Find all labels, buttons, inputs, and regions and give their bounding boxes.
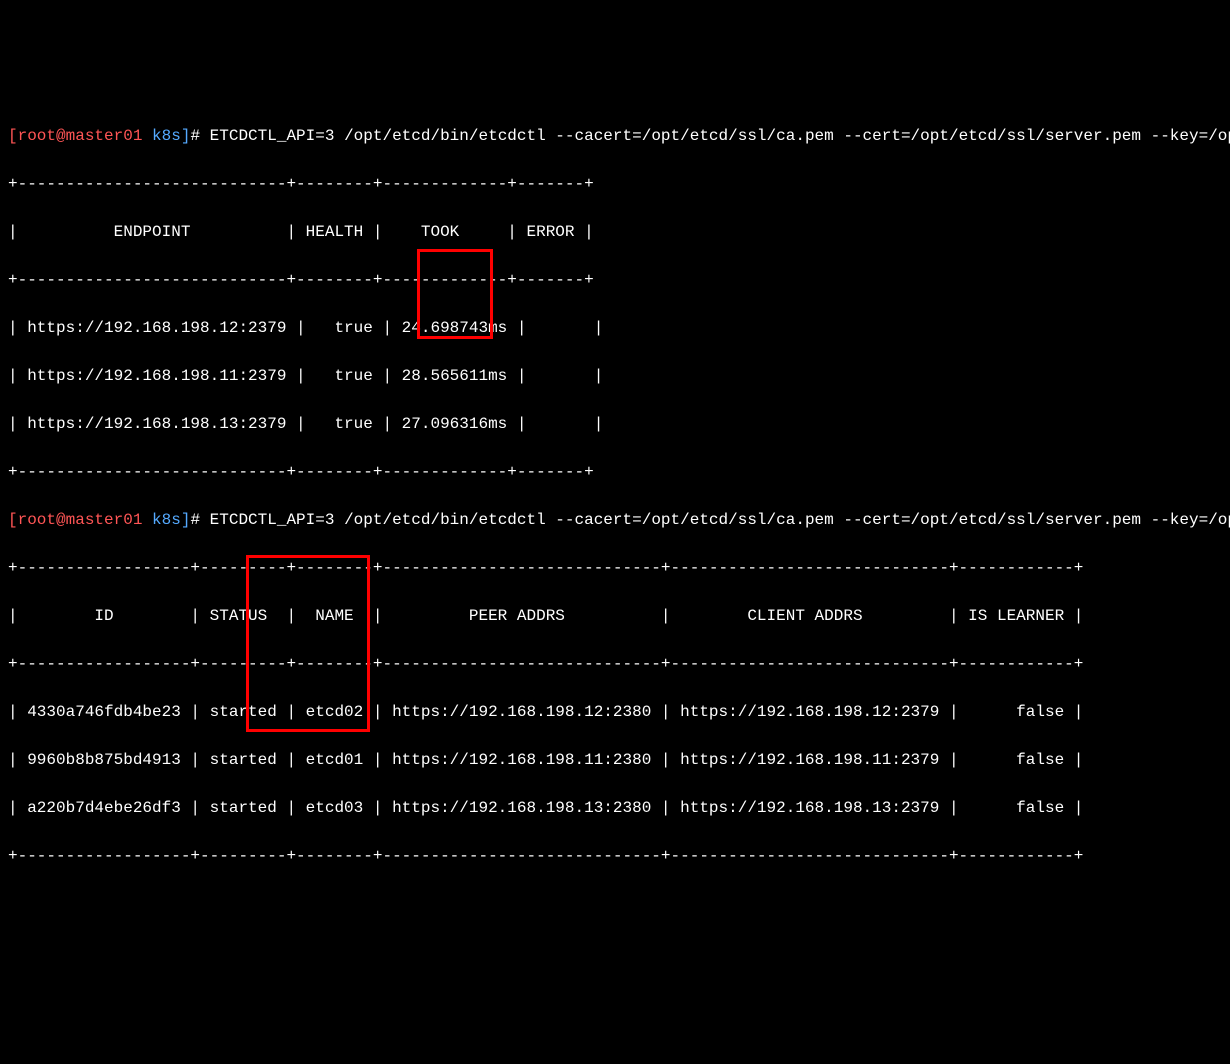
prompt-user: [root@master01 bbox=[8, 127, 142, 145]
table1-row-2: | https://192.168.198.11:2379 | true | 2… bbox=[8, 364, 1222, 388]
terminal-output: [root@master01 k8s]# ETCDCTL_API=3 /opt/… bbox=[8, 100, 1222, 940]
table2-border-mid: +------------------+---------+--------+-… bbox=[8, 652, 1222, 676]
prompt-hash-2: # bbox=[190, 511, 209, 529]
table1-border-mid: +----------------------------+--------+-… bbox=[8, 268, 1222, 292]
table2-row-2: | 9960b8b875bd4913 | started | etcd01 | … bbox=[8, 748, 1222, 772]
table1-header: | ENDPOINT | HEALTH | TOOK | ERROR | bbox=[8, 220, 1222, 244]
table2-header: | ID | STATUS | NAME | PEER ADDRS | CLIE… bbox=[8, 604, 1222, 628]
table1-row-3: | https://192.168.198.13:2379 | true | 2… bbox=[8, 412, 1222, 436]
table2-row-1: | 4330a746fdb4be23 | started | etcd02 | … bbox=[8, 700, 1222, 724]
table1-row-1: | https://192.168.198.12:2379 | true | 2… bbox=[8, 316, 1222, 340]
prompt-hash: # bbox=[190, 127, 209, 145]
prompt-user-2: [root@master01 bbox=[8, 511, 142, 529]
command-1: ETCDCTL_API=3 /opt/etcd/bin/etcdctl --ca… bbox=[210, 127, 1230, 145]
table1-border-bottom: +----------------------------+--------+-… bbox=[8, 460, 1222, 484]
prompt-path-2: k8s] bbox=[142, 511, 190, 529]
table1-border-top: +----------------------------+--------+-… bbox=[8, 172, 1222, 196]
prompt-line-1: [root@master01 k8s]# ETCDCTL_API=3 /opt/… bbox=[8, 124, 1222, 148]
table2-border-bottom: +------------------+---------+--------+-… bbox=[8, 844, 1222, 868]
prompt-path: k8s] bbox=[142, 127, 190, 145]
prompt-line-2: [root@master01 k8s]# ETCDCTL_API=3 /opt/… bbox=[8, 508, 1222, 532]
table2-border-top: +------------------+---------+--------+-… bbox=[8, 556, 1222, 580]
command-2: ETCDCTL_API=3 /opt/etcd/bin/etcdctl --ca… bbox=[210, 511, 1230, 529]
table2-row-3: | a220b7d4ebe26df3 | started | etcd03 | … bbox=[8, 796, 1222, 820]
